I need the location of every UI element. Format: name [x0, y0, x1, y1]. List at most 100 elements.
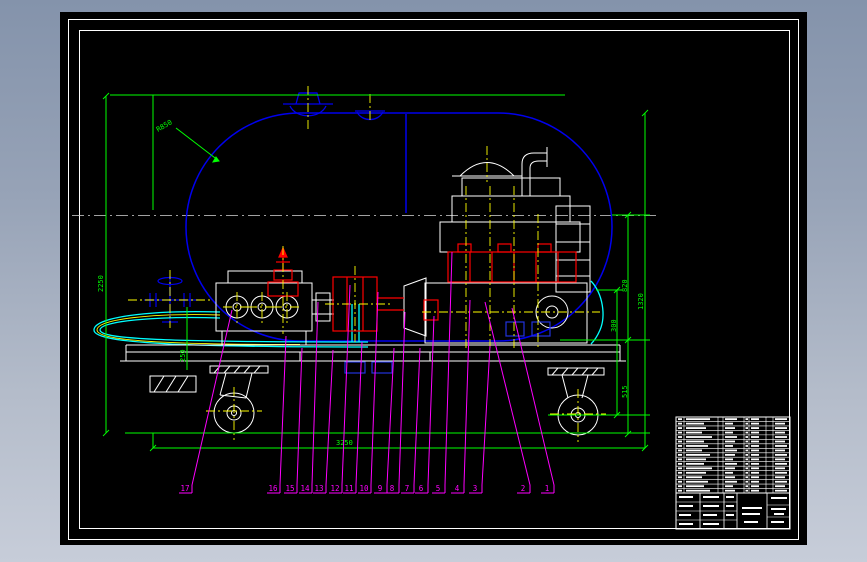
bom-cell-text [751, 476, 759, 479]
bom-cell-text [725, 454, 735, 456]
balloon-number: 16 [268, 484, 278, 493]
titleblock-text [726, 496, 734, 498]
bom-cell-text [751, 458, 759, 461]
titleblock-text [703, 514, 717, 516]
bom-cell-text [751, 427, 759, 429]
bom-cell-text [775, 489, 787, 492]
bom-cell-text [686, 471, 706, 474]
bom-cell-text [751, 422, 759, 425]
bom-cell-text [725, 471, 733, 474]
bom-cell-text [725, 427, 735, 429]
balloon-number: 2 [521, 484, 526, 493]
bom-cell-text [775, 445, 787, 447]
bom-cell-text [775, 471, 787, 474]
titleblock-text [742, 507, 762, 509]
titleblock-text [703, 505, 719, 507]
bom-cell-text [686, 489, 710, 492]
bom-cell-text [686, 422, 704, 425]
bom-cell-text [686, 462, 704, 465]
balloon-number: 13 [314, 484, 323, 493]
bom-cell-text [751, 449, 759, 452]
balloon-number: 17 [180, 484, 189, 493]
bom-cell-text [775, 422, 785, 425]
balloon-number: 12 [330, 484, 339, 493]
bom-cell-text [686, 485, 704, 488]
titleblock-text [771, 497, 787, 499]
balloon-number: 11 [344, 484, 353, 493]
bom-cell-text [775, 418, 787, 421]
bom-cell-text [725, 436, 737, 438]
bom-cell-text [751, 489, 759, 492]
dim-250: 250 [179, 349, 187, 362]
titleblock-text [771, 521, 784, 523]
desktop-background: { "colors": { "desktop_top": "#8493ab", … [0, 0, 867, 562]
titleblock-text [726, 505, 734, 507]
bom-cell-text [751, 454, 759, 456]
bom-cell-text [751, 485, 759, 488]
bom-cell-text [751, 436, 759, 438]
bom-cell-text [725, 431, 733, 434]
balloon-number: 15 [285, 484, 294, 493]
balloon-number: 7 [405, 484, 410, 493]
bom-cell-text [751, 471, 759, 474]
bom-cell-text [725, 480, 737, 483]
bom-cell-text [686, 427, 706, 429]
bom-cell-text [686, 440, 704, 443]
dim-1320: 1320 [637, 293, 645, 310]
dim-820: 820 [621, 279, 629, 292]
bom-cell-text [686, 476, 702, 479]
dim-300: 300 [610, 319, 618, 332]
bom-cell-text [775, 440, 785, 443]
bom-cell-text [686, 458, 706, 461]
balloon-number: 4 [455, 484, 460, 493]
bom-cell-text [775, 458, 785, 461]
titleblock-text [726, 514, 734, 516]
bom-cell-text [775, 467, 785, 470]
bom-cell-text [686, 445, 708, 447]
bom-cell-text [775, 436, 787, 438]
bom-cell-text [686, 431, 702, 434]
bom-cell-text [751, 480, 759, 483]
bom-cell-text [775, 449, 785, 452]
bom-cell-text [725, 462, 737, 465]
dim-length-overall: 3250 [336, 439, 353, 447]
bom-cell-text [725, 445, 733, 447]
bom-cell-text [725, 485, 733, 488]
titleblock-text [744, 521, 758, 523]
bom-cell-text [686, 449, 702, 452]
balloon-number: 14 [300, 484, 310, 493]
balloon-number: 6 [419, 484, 424, 493]
bom-cell-text [751, 462, 759, 465]
titleblock-text [679, 505, 693, 507]
balloon-number: 3 [473, 484, 478, 493]
bom-cell-text [725, 440, 735, 443]
bom-cell-text [725, 449, 737, 452]
bom-cell-text [775, 454, 787, 456]
bom-cell-text [725, 476, 735, 479]
bom-cell-text [775, 476, 785, 479]
titleblock-text [679, 496, 693, 498]
titleblock-text [742, 513, 760, 515]
bom-cell-text [775, 480, 787, 483]
balloon-number: 9 [378, 484, 383, 493]
bom-cell-text [686, 454, 710, 456]
bom-cell-text [751, 445, 759, 447]
bom-cell-text [725, 418, 737, 421]
bom-cell-text [775, 462, 787, 465]
bom-cell-text [686, 436, 712, 438]
bom-cell-text [751, 431, 759, 434]
titleblock-text [679, 514, 691, 516]
balloon-number: 5 [436, 484, 441, 493]
drawing-svg: 2250 3250 1320 820 300 515 250 R850 17 16… [60, 12, 807, 545]
bom-cell-text [686, 467, 712, 470]
bom-cell-text [725, 467, 735, 470]
drawing-canvas [60, 12, 807, 545]
bom-cell-text [686, 480, 708, 483]
balloon-number: 1 [545, 484, 550, 493]
bom-cell-text [686, 418, 710, 421]
bom-cell-text [725, 458, 733, 461]
bom-cell-text [751, 467, 759, 470]
bom-cell-text [725, 489, 735, 492]
balloon-number: 8 [390, 484, 395, 493]
titleblock-text [703, 523, 719, 525]
